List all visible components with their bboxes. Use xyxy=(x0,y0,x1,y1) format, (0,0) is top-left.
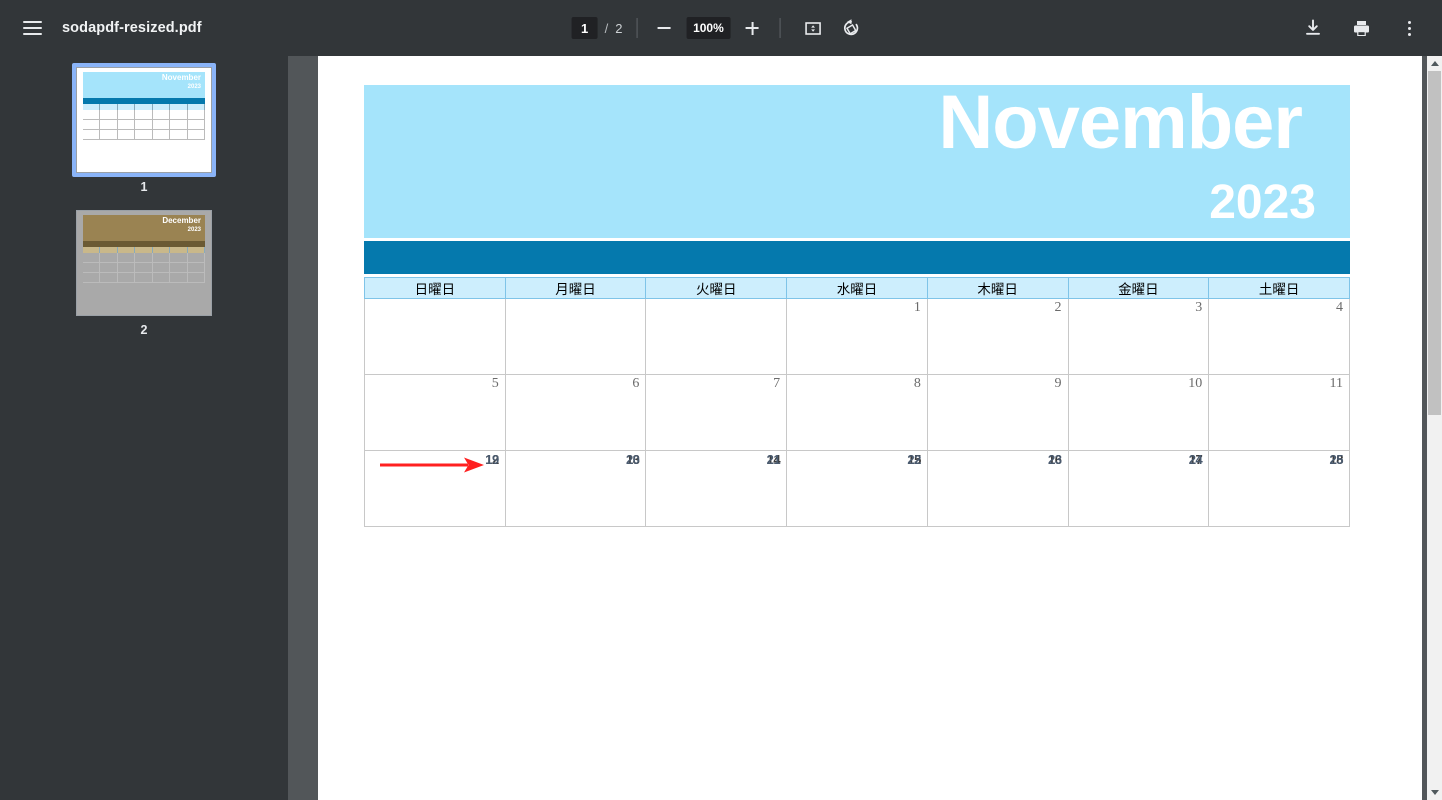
calendar-day-cell: 13 20 xyxy=(504,450,647,527)
calendar-week-row: 1 2 3 4 xyxy=(364,298,1350,375)
calendar-day-cell: 9 xyxy=(926,374,1069,451)
print-icon[interactable] xyxy=(1346,13,1376,43)
thumbnail-year-label: 2023 xyxy=(187,227,201,233)
calendar-day-cell: 3 xyxy=(1067,298,1210,375)
thumbnail-preview-page-2: December 2023 xyxy=(76,210,212,316)
calendar-weekday-header-row: 日曜日 月曜日 火曜日 水曜日 木曜日 金曜日 土曜日 xyxy=(364,277,1350,299)
calendar-table: 日曜日 月曜日 火曜日 水曜日 木曜日 金曜日 土曜日 1 2 3 4 5 6 … xyxy=(364,277,1350,527)
page-number-input[interactable] xyxy=(571,17,598,39)
calendar: November 2023 日曜日 月曜日 火曜日 水曜日 木曜日 金曜日 土曜… xyxy=(364,80,1350,527)
thumbnail-sidebar: November 2023 1 December 2023 2 xyxy=(0,56,288,800)
scroll-down-arrow-icon[interactable] xyxy=(1427,785,1442,800)
thumbnail-banner: November 2023 xyxy=(83,72,205,98)
weekday-header-wednesday: 水曜日 xyxy=(786,277,928,299)
hamburger-menu-icon[interactable] xyxy=(16,12,48,44)
thumbnail-page-number-2: 2 xyxy=(140,323,148,337)
scrollbar-thumb[interactable] xyxy=(1428,71,1441,415)
zoom-out-button[interactable] xyxy=(651,15,677,41)
calendar-day-cell: 5 xyxy=(364,374,506,451)
calendar-day-cell: 18 25 xyxy=(1208,450,1350,527)
thumbnail-frame-page-2[interactable]: December 2023 xyxy=(72,206,216,320)
overlapping-day-numbers: 14 21 xyxy=(766,452,781,467)
rotate-counterclockwise-icon[interactable] xyxy=(836,13,866,43)
calendar-day-cell: 2 xyxy=(926,298,1069,375)
document-viewer[interactable]: November 2023 日曜日 月曜日 火曜日 水曜日 木曜日 金曜日 土曜… xyxy=(288,56,1442,800)
thumbnail-month-label: November xyxy=(161,73,201,82)
thumbnail-page-number-1: 1 xyxy=(140,180,148,194)
toolbar-center-group: / 2 100% xyxy=(571,0,871,56)
overlapping-day-numbers: 13 20 xyxy=(625,452,640,467)
calendar-day-cell: 14 21 xyxy=(645,450,788,527)
toolbar-divider-1 xyxy=(636,18,638,38)
toolbar-left-group: sodapdf-resized.pdf xyxy=(0,12,202,44)
top-toolbar: sodapdf-resized.pdf / 2 100% xyxy=(0,0,1442,56)
toolbar-right-group xyxy=(1294,13,1428,43)
calendar-day-cell: 1 xyxy=(786,298,928,375)
page-separator: / xyxy=(604,20,609,36)
thumbnail-list: November 2023 1 December 2023 2 xyxy=(0,56,288,349)
weekday-header-monday: 月曜日 xyxy=(504,277,647,299)
weekday-header-saturday: 土曜日 xyxy=(1208,277,1350,299)
calendar-day-cell: 16 23 xyxy=(926,450,1069,527)
download-icon[interactable] xyxy=(1298,13,1328,43)
fit-to-page-icon[interactable] xyxy=(798,13,828,43)
calendar-day-cell: 11 xyxy=(1208,374,1350,451)
calendar-day-cell: 8 xyxy=(786,374,928,451)
toolbar-divider-2 xyxy=(779,18,781,38)
zoom-in-button[interactable] xyxy=(739,15,765,41)
weekday-header-friday: 金曜日 xyxy=(1067,277,1210,299)
thumbnail-frame-page-1[interactable]: November 2023 xyxy=(72,63,216,177)
calendar-banner: November 2023 xyxy=(364,80,1350,238)
thumbnail-banner: December 2023 xyxy=(83,215,205,241)
calendar-day-cell xyxy=(504,298,647,375)
overlapping-day-numbers: 18 25 xyxy=(1329,452,1344,467)
thumbnail-grid-rows xyxy=(83,110,205,140)
thumbnail-item-2[interactable]: December 2023 2 xyxy=(72,206,216,337)
calendar-accent-bar xyxy=(364,241,1350,274)
page-total-count: 2 xyxy=(615,20,623,36)
calendar-year-title: 2023 xyxy=(1209,176,1316,229)
more-options-icon[interactable] xyxy=(1394,13,1424,43)
calendar-body: 1 2 3 4 5 6 7 8 9 10 11 12 19 13 20 14 2… xyxy=(364,298,1350,527)
calendar-day-cell xyxy=(364,298,506,375)
pdf-page-1: November 2023 日曜日 月曜日 火曜日 水曜日 木曜日 金曜日 土曜… xyxy=(318,56,1422,800)
weekday-header-tuesday: 火曜日 xyxy=(645,277,788,299)
document-title: sodapdf-resized.pdf xyxy=(62,20,202,36)
thumbnail-item-1[interactable]: November 2023 1 xyxy=(72,63,216,194)
scrollbar-track[interactable] xyxy=(1427,71,1442,785)
weekday-header-sunday: 日曜日 xyxy=(364,277,506,299)
zoom-level-display[interactable]: 100% xyxy=(686,17,731,39)
overlapping-day-numbers: 15 22 xyxy=(907,452,921,467)
calendar-week-row: 5 6 7 8 9 10 11 xyxy=(364,374,1350,451)
calendar-day-cell: 7 xyxy=(645,374,788,451)
calendar-day-cell: 10 xyxy=(1067,374,1210,451)
vertical-scrollbar[interactable] xyxy=(1427,56,1442,800)
overlapping-day-numbers: 17 24 xyxy=(1188,452,1203,467)
thumbnail-year-label: 2023 xyxy=(187,84,201,90)
thumbnail-month-label: December xyxy=(162,216,201,225)
thumbnail-grid-rows xyxy=(83,253,205,283)
pdf-viewer-app: sodapdf-resized.pdf / 2 100% xyxy=(0,0,1442,800)
page-navigation: / 2 xyxy=(571,17,623,39)
calendar-day-cell: 4 xyxy=(1208,298,1350,375)
calendar-day-cell: 17 24 xyxy=(1067,450,1210,527)
calendar-week-row-overlapped: 12 19 13 20 14 21 15 22 16 23 17 24 18 2… xyxy=(364,450,1350,527)
thumbnail-preview-page-1: November 2023 xyxy=(76,67,212,173)
scroll-up-arrow-icon[interactable] xyxy=(1427,56,1442,71)
calendar-day-cell: 12 19 xyxy=(364,450,506,527)
calendar-day-cell: 6 xyxy=(504,374,647,451)
overlapping-day-numbers: 12 19 xyxy=(485,452,499,467)
calendar-month-title: November xyxy=(938,80,1303,165)
calendar-day-cell xyxy=(645,298,788,375)
weekday-header-thursday: 木曜日 xyxy=(926,277,1069,299)
overlapping-day-numbers: 16 23 xyxy=(1048,452,1062,467)
calendar-day-cell: 15 22 xyxy=(786,450,928,527)
